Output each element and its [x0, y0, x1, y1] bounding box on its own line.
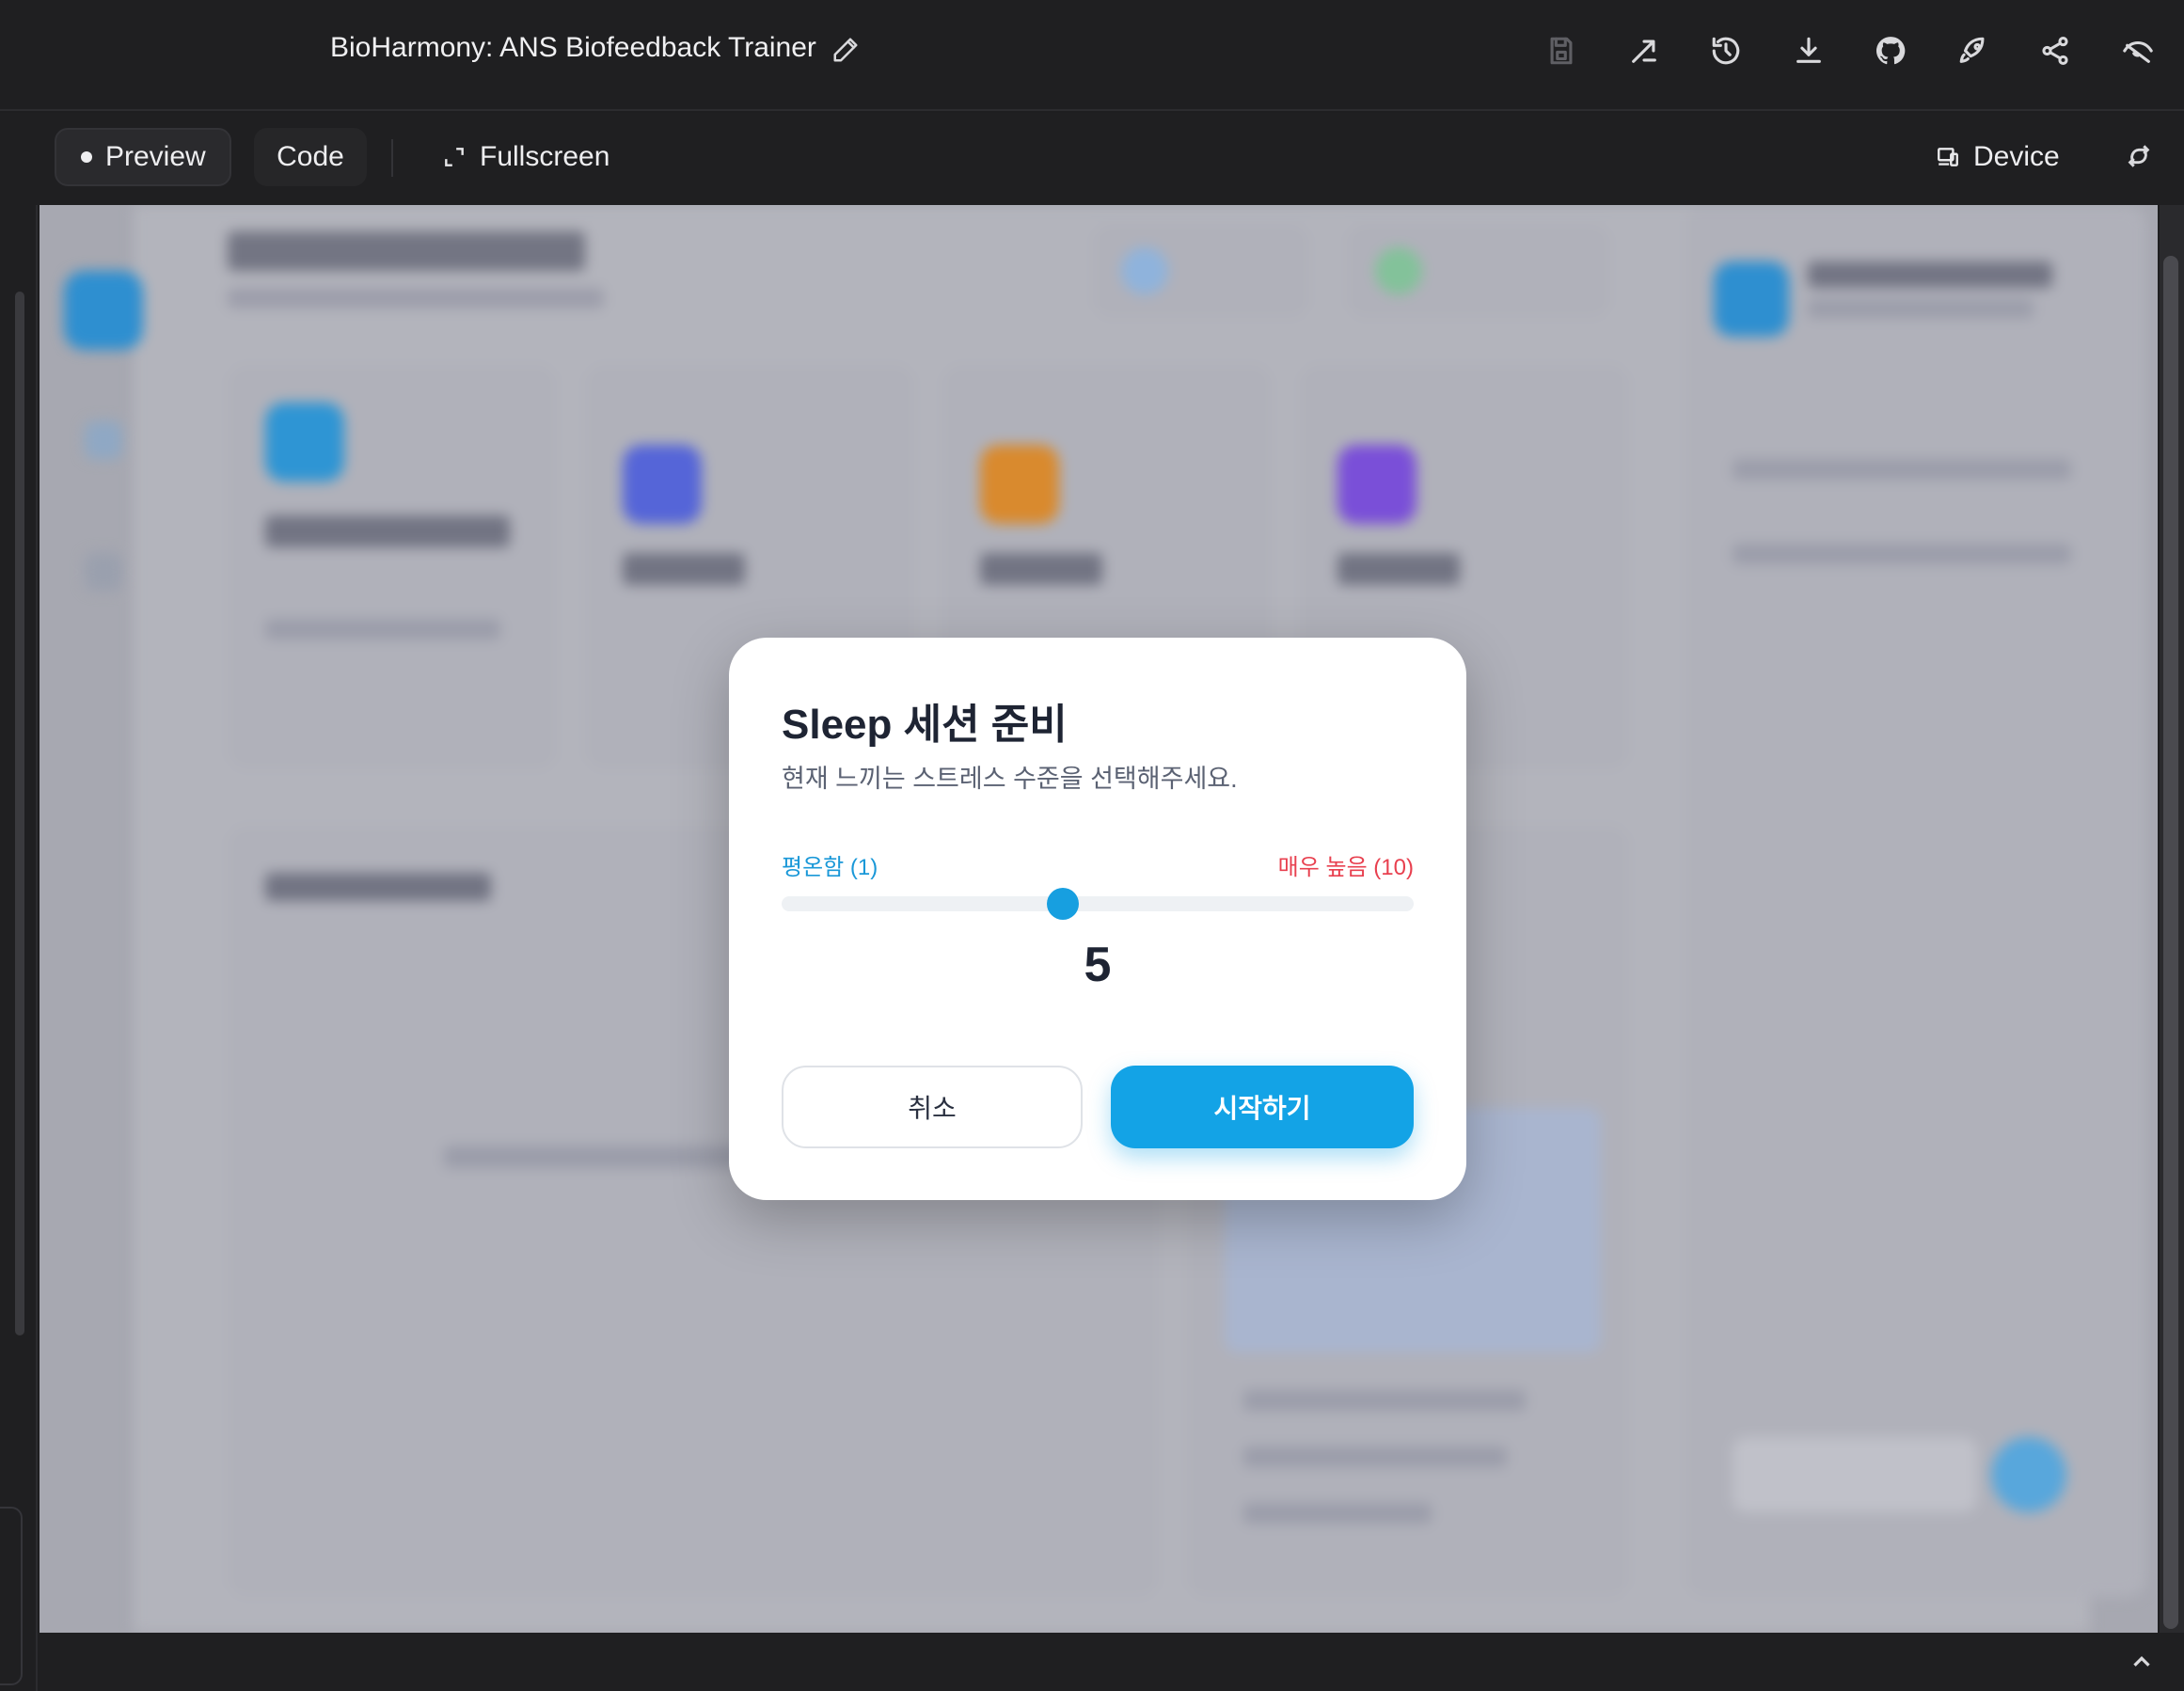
fullscreen-button[interactable]: Fullscreen	[442, 128, 640, 186]
scale-low-label: 평온함 (1)	[782, 855, 878, 880]
device-label: Device	[1973, 141, 2060, 172]
tab-preview[interactable]: Preview	[55, 128, 231, 186]
scale-high-label: 매우 높음 (10)	[1277, 855, 1414, 880]
download-icon[interactable]	[1790, 32, 1828, 70]
device-button[interactable]: Device	[1936, 128, 2124, 186]
hide-eye-icon[interactable]	[2119, 32, 2157, 70]
github-icon[interactable]	[1872, 32, 1909, 70]
bottom-bar	[38, 1633, 2184, 1691]
expand-icon	[445, 148, 464, 166]
share-icon[interactable]	[2036, 32, 2074, 70]
rail-scrollbar[interactable]	[15, 292, 24, 1335]
toolbar-divider	[391, 139, 393, 177]
cancel-button[interactable]: 취소	[782, 1066, 1083, 1148]
deploy-rocket-icon[interactable]	[1955, 32, 1992, 70]
active-dot-icon	[81, 151, 92, 163]
fork-icon[interactable]	[1625, 32, 1663, 70]
rail-panel	[0, 1507, 23, 1685]
top-bar: BioHarmony: ANS Biofeedback Trainer	[0, 0, 2184, 111]
dialog-title: Sleep 세션 준비	[782, 702, 1068, 748]
preview-scroll-thumb[interactable]	[2163, 256, 2178, 1629]
project-title[interactable]: BioHarmony: ANS Biofeedback Trainer	[330, 32, 816, 64]
history-icon[interactable]	[1707, 32, 1745, 70]
start-button[interactable]: 시작하기	[1111, 1066, 1414, 1148]
session-setup-dialog: Sleep 세션 준비 현재 느끼는 스트레스 수준을 선택해주세요. 평온함 …	[729, 638, 1466, 1200]
refresh-icon[interactable]	[2124, 141, 2158, 175]
cancel-button-label: 취소	[908, 1094, 957, 1123]
pencil-icon[interactable]	[831, 36, 862, 66]
stress-level-value: 5	[1084, 938, 1112, 992]
device-icon	[1938, 148, 1958, 166]
save-icon[interactable]	[1543, 32, 1580, 70]
tab-code[interactable]: Code	[254, 128, 367, 186]
stress-slider-thumb[interactable]	[1046, 888, 1079, 920]
fullscreen-label: Fullscreen	[480, 141, 610, 172]
start-button-label: 시작하기	[1213, 1094, 1311, 1123]
tab-preview-label: Preview	[105, 141, 206, 172]
chevron-up-icon[interactable]	[2128, 1648, 2156, 1676]
stress-slider-track[interactable]	[782, 896, 1414, 911]
tab-code-label: Code	[277, 141, 344, 172]
dialog-subtitle: 현재 느끼는 스트레스 수준을 선택해주세요.	[782, 765, 1238, 793]
